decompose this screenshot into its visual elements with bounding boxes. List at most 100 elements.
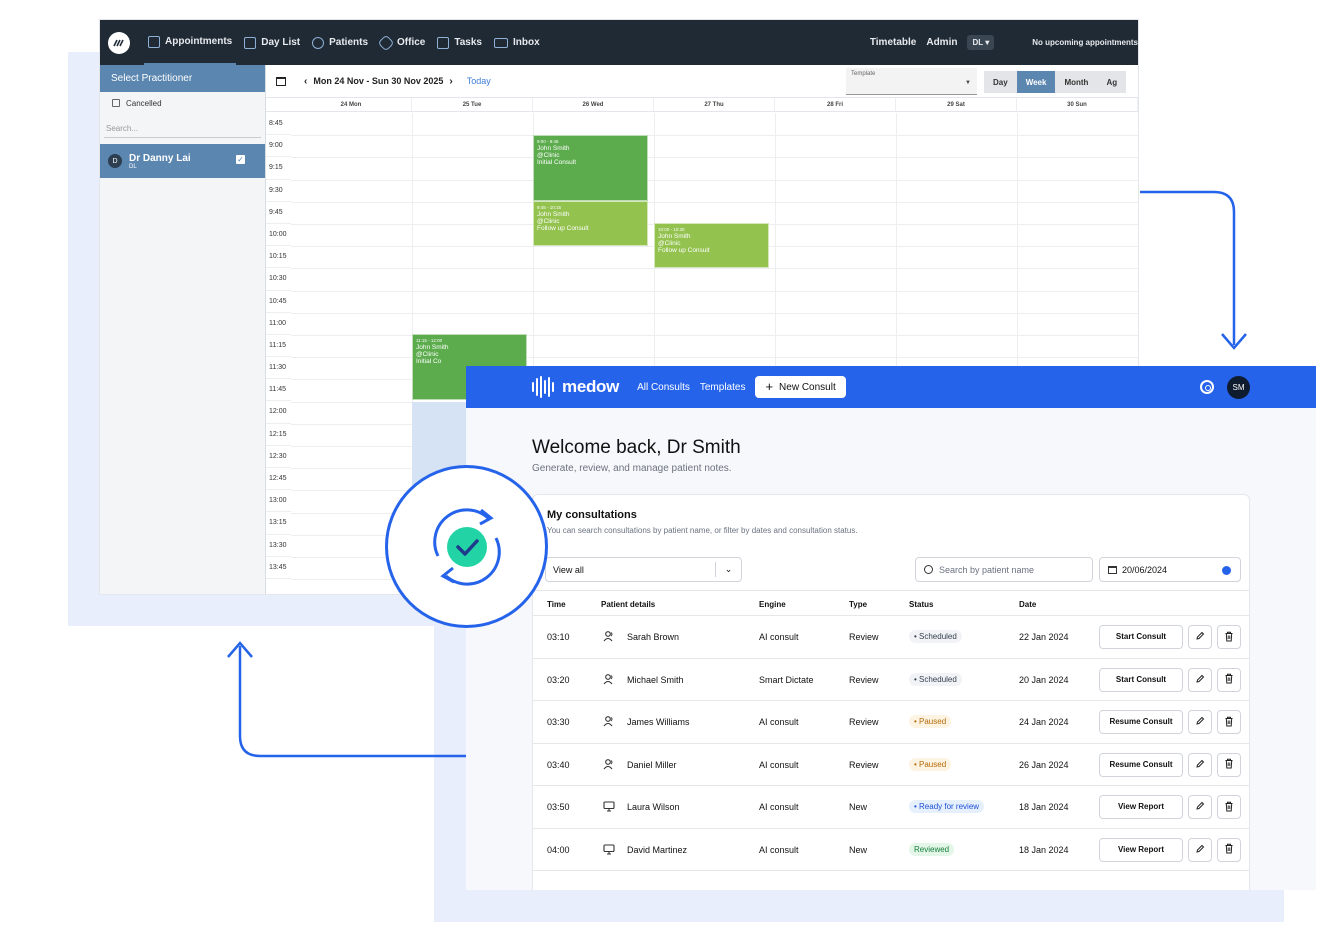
row-action-button[interactable]: View Report xyxy=(1099,795,1183,819)
person-icon xyxy=(603,630,615,642)
new-consult-button[interactable]: + New Consult xyxy=(755,376,846,398)
delete-button[interactable] xyxy=(1217,667,1241,692)
user-avatar[interactable]: SM xyxy=(1227,376,1250,399)
row-patient[interactable]: James Williams xyxy=(627,717,690,727)
row-time: 03:50 xyxy=(547,802,570,812)
delete-button[interactable] xyxy=(1217,710,1241,734)
row-date: 26 Jan 2024 xyxy=(1019,759,1069,770)
row-time: 04:00 xyxy=(547,844,570,855)
medow-app-window: medow All Consults Templates + New Consul… xyxy=(466,366,1316,890)
row-date: 20 Jan 2024 xyxy=(1019,674,1069,685)
card-title: My consultations xyxy=(547,509,637,521)
edit-button[interactable] xyxy=(1188,710,1212,734)
edit-button[interactable] xyxy=(1188,837,1212,862)
pencil-icon xyxy=(1195,801,1205,813)
row-date: 18 Jan 2024 xyxy=(1019,844,1069,855)
table-row[interactable]: 04:00 David Martinez AI consult New Reviewed… xyxy=(533,829,1249,871)
row-engine: AI consult xyxy=(759,844,799,855)
row-type: Review xyxy=(849,632,879,642)
row-time: 03:30 xyxy=(547,717,570,727)
row-patient[interactable]: Daniel Miller xyxy=(627,760,677,770)
status-badge: • Paused xyxy=(909,757,952,771)
pencil-icon xyxy=(1195,716,1205,728)
pencil-icon xyxy=(1195,674,1205,686)
row-date: 18 Jan 2024 xyxy=(1019,802,1069,812)
pencil-icon xyxy=(1195,759,1205,771)
row-date: 22 Jan 2024 xyxy=(1019,632,1069,642)
monitor-icon xyxy=(603,800,615,812)
row-time: 03:10 xyxy=(547,632,570,642)
table-row[interactable]: 03:50 Laura Wilson AI consult New • Ready fo… xyxy=(533,786,1249,829)
welcome-heading: Welcome back, Dr Smith xyxy=(532,437,741,458)
patient-search-input[interactable]: Search by patient name xyxy=(915,557,1093,582)
row-engine: AI consult xyxy=(759,802,799,812)
edit-button[interactable] xyxy=(1188,667,1212,692)
chevron-down-icon: ⌄ xyxy=(715,562,741,577)
calendar-icon xyxy=(1108,565,1117,574)
row-type: Review xyxy=(849,759,879,770)
col-type: Type xyxy=(849,600,868,609)
row-patient[interactable]: Sarah Brown xyxy=(627,632,679,642)
edit-button[interactable] xyxy=(1188,795,1212,819)
medow-logo[interactable]: medow xyxy=(532,376,619,398)
status-badge: • Paused xyxy=(909,715,952,728)
col-patient: Patient details xyxy=(601,600,656,609)
delete-button[interactable] xyxy=(1217,795,1241,819)
row-action-button[interactable]: Start Consult xyxy=(1099,667,1183,692)
status-badge: • Ready for review xyxy=(909,800,985,813)
delete-button[interactable] xyxy=(1217,837,1241,862)
sync-check-icon xyxy=(433,508,501,586)
plus-icon: + xyxy=(765,379,774,394)
row-engine: Smart Dictate xyxy=(759,674,814,685)
person-icon xyxy=(603,715,615,727)
col-time: Time xyxy=(547,600,566,609)
trash-icon xyxy=(1224,758,1234,771)
row-engine: AI consult xyxy=(759,632,799,642)
status-badge: • Scheduled xyxy=(909,630,962,643)
row-patient[interactable]: Michael Smith xyxy=(627,675,684,685)
table-row[interactable]: 03:20 Michael Smith Smart Dictate Review • S… xyxy=(533,659,1249,701)
date-filter-input[interactable]: 20/06/2024 xyxy=(1099,557,1241,582)
medow-brand-name: medow xyxy=(562,377,620,396)
pencil-icon xyxy=(1195,844,1205,856)
clear-date-icon[interactable] xyxy=(1222,566,1231,575)
person-icon xyxy=(603,673,615,685)
delete-button[interactable] xyxy=(1217,752,1241,777)
row-action-button[interactable]: Start Consult xyxy=(1099,625,1183,649)
status-badge: Reviewed xyxy=(909,842,955,856)
col-date: Date xyxy=(1019,600,1037,609)
row-action-button[interactable]: View Report xyxy=(1099,837,1183,862)
status-badge: • Scheduled xyxy=(909,672,962,686)
gear-icon[interactable] xyxy=(1200,380,1214,394)
search-icon xyxy=(924,565,933,574)
nav-templates[interactable]: Templates xyxy=(700,382,746,393)
arrow-right-down xyxy=(1140,190,1236,345)
status-filter-select[interactable]: View all ⌄ xyxy=(545,557,742,582)
row-date: 24 Jan 2024 xyxy=(1019,717,1069,727)
trash-icon xyxy=(1224,801,1234,814)
col-engine: Engine xyxy=(759,600,786,609)
row-action-button[interactable]: Resume Consult xyxy=(1099,710,1183,734)
edit-button[interactable] xyxy=(1188,625,1212,649)
sync-badge xyxy=(385,465,548,628)
trash-icon xyxy=(1224,631,1234,644)
delete-button[interactable] xyxy=(1217,625,1241,649)
row-patient[interactable]: Laura Wilson xyxy=(627,802,680,812)
table-row[interactable]: 03:10 Sarah Brown AI consult Review • Schedu… xyxy=(533,616,1249,659)
welcome-subtitle: Generate, review, and manage patient not… xyxy=(532,463,732,474)
edit-button[interactable] xyxy=(1188,752,1212,777)
table-row[interactable]: 03:30 James Williams AI consult Review • Pau… xyxy=(533,701,1249,744)
table-row[interactable]: 03:40 Daniel Miller AI consult Review • Paus… xyxy=(533,744,1249,786)
nav-all-consults[interactable]: All Consults xyxy=(637,382,690,393)
row-engine: AI consult xyxy=(759,759,799,770)
row-patient[interactable]: David Martinez xyxy=(627,845,687,855)
row-type: Review xyxy=(849,717,879,727)
row-time: 03:40 xyxy=(547,759,570,770)
row-action-button[interactable]: Resume Consult xyxy=(1099,752,1183,777)
trash-icon xyxy=(1224,673,1234,686)
card-description: You can search consultations by patient … xyxy=(547,526,858,535)
row-type: New xyxy=(849,802,868,812)
consultations-card: My consultations You can search consulta… xyxy=(532,494,1250,890)
pencil-icon xyxy=(1195,631,1205,643)
arrow-left-up xyxy=(238,646,466,758)
